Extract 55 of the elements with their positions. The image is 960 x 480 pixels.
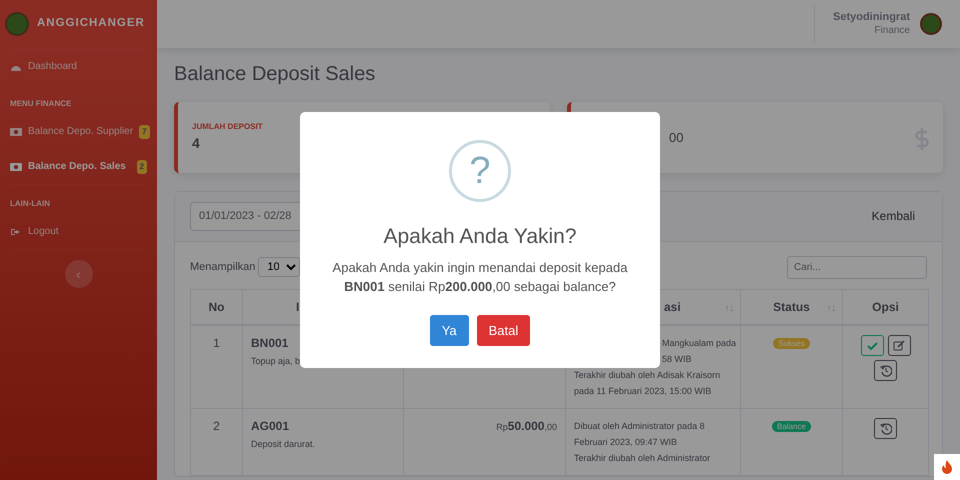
- history-button[interactable]: [874, 418, 897, 439]
- count-badge: 7: [139, 124, 150, 138]
- deposit-note: Deposit darurat.: [251, 438, 316, 451]
- sidebar-item[interactable]: Balance Depo. Supplier 7: [10, 114, 147, 149]
- debug-toolbar-button[interactable]: [934, 454, 960, 480]
- confirm-button[interactable]: Ya: [430, 314, 469, 346]
- column-header[interactable]: I: [296, 300, 300, 314]
- column-header[interactable]: Opsi: [872, 300, 899, 314]
- user-name: Setyodiningrat: [832, 11, 910, 25]
- banknote-icon: [10, 126, 22, 136]
- history-icon: [880, 364, 892, 376]
- deposit-id: AG001: [251, 418, 290, 434]
- user-role: Finance: [873, 24, 910, 37]
- history-button[interactable]: [874, 360, 897, 381]
- status-badge: Sukses: [773, 338, 810, 349]
- banknote-icon: [10, 162, 22, 172]
- dialog-title: Apakah Anda Yakin?: [382, 224, 578, 250]
- sidebar-item[interactable]: Dashboard: [10, 49, 147, 84]
- history-icon: [880, 422, 892, 434]
- cancel-button[interactable]: Batal: [476, 314, 530, 346]
- sidebar-heading: MENU FINANCE: [10, 98, 72, 110]
- deposit-note: Topup aja, b: [251, 355, 302, 368]
- sidebar-heading: LAIN-LAIN: [10, 198, 51, 210]
- stat-label: JUMLAH DEPOSIT: [192, 121, 263, 133]
- flame-icon: [941, 460, 953, 474]
- edit-button[interactable]: [888, 335, 910, 356]
- avatar[interactable]: [920, 13, 942, 35]
- check-icon: [866, 340, 878, 352]
- column-header[interactable]: No: [208, 300, 224, 314]
- stat-value: 4: [192, 134, 201, 153]
- search-field[interactable]: Cari...: [787, 256, 927, 278]
- page-title: Balance Deposit Sales: [174, 62, 376, 86]
- back-link[interactable]: Kembali: [872, 207, 915, 226]
- length-label: Menampilkan: [190, 260, 256, 275]
- status-badge: Balance: [772, 421, 811, 432]
- brand-name: ANGGICHANGER: [37, 16, 145, 32]
- length-select[interactable]: 10: [258, 257, 300, 277]
- dialog-message: Apakah Anda yakin ingin menandai deposit kepada BN001 senilai Rp200.000,00 sebagai balance?: [332, 259, 628, 296]
- info-text: Dibuat oleh Administrator pada 8 Februari 2023, 09:47 WIB: [574, 420, 706, 449]
- question-icon: ?: [449, 140, 511, 202]
- edit-icon: [893, 340, 905, 352]
- sidebar-item[interactable]: Logout: [10, 214, 147, 249]
- sidebar-item[interactable]: Balance Depo. Sales 2: [10, 149, 147, 184]
- info-text: Terakhir diubah oleh Administrator: [574, 452, 712, 465]
- table-cell: 2: [213, 419, 220, 433]
- column-header[interactable]: asi: [664, 300, 681, 314]
- info-text: 58 WIB: [661, 353, 693, 366]
- stat-value: 00: [668, 130, 684, 145]
- table-cell: 1: [213, 336, 220, 350]
- logout-icon: [10, 226, 22, 236]
- info-text: Terakhir diubah oleh Adisak Kraisorn pada 11 Februari 2023, 15:00 WIB: [574, 369, 722, 398]
- count-badge: 2: [136, 160, 147, 174]
- amount-text: Rp50.000,00: [496, 422, 557, 432]
- deposit-id: BN001: [251, 335, 290, 351]
- column-header[interactable]: Status: [773, 300, 810, 314]
